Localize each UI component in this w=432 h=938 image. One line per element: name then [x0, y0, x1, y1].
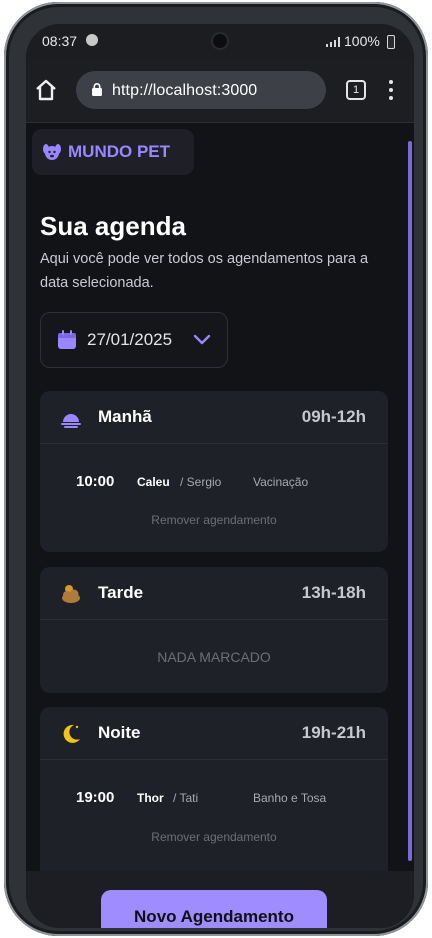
new-appointment-button[interactable]: Novo Agendamento: [101, 890, 327, 928]
appointment-pet: Thor: [137, 791, 164, 805]
chevron-down-icon: [193, 333, 211, 345]
appointment-pet: Caleu: [137, 475, 170, 489]
page-content: MUNDO PET Sua agenda Aqui você pode ver …: [26, 123, 414, 928]
remove-appointment-button[interactable]: Remover agendamento: [40, 830, 388, 844]
appointment-service: Banho e Tosa: [253, 791, 327, 805]
period-header: Manhã 09h-12h: [40, 391, 388, 444]
address-bar[interactable]: http://localhost:3000: [76, 71, 326, 109]
browser-toolbar: http://localhost:3000 1: [26, 58, 414, 123]
tab-switcher-button[interactable]: 1: [346, 80, 366, 100]
front-camera: [213, 34, 227, 48]
period-range: 19h-21h: [301, 723, 366, 742]
signal-icon: [326, 37, 340, 47]
battery-icon: [387, 35, 395, 49]
period-header: Noite 19h-21h: [40, 707, 388, 760]
period-afternoon: Tarde 13h-18h NADA MARCADO: [40, 567, 388, 693]
battery-percentage: 100%: [344, 33, 380, 49]
date-picker[interactable]: 27/01/2025: [40, 312, 228, 368]
period-morning: Manhã 09h-12h 10:00 Caleu / Sergio Vacin…: [40, 391, 388, 552]
notification-icon: [86, 34, 98, 46]
lock-icon: [92, 83, 102, 96]
dog-icon: [42, 142, 62, 162]
period-range: 13h-18h: [301, 583, 366, 602]
period-name: Manhã: [98, 407, 152, 426]
appointment-tutor: / Tati: [173, 791, 199, 805]
period-range: 09h-12h: [301, 407, 366, 426]
period-name: Noite: [98, 723, 141, 742]
brand-name: MUNDO PET: [68, 142, 170, 161]
phone-frame: 08:37 100% http://localhost:3000 1 MUNDO…: [4, 2, 428, 936]
page-title: Sua agenda: [40, 211, 186, 241]
sunrise-icon: [60, 407, 82, 429]
status-time: 08:37: [42, 33, 78, 49]
browser-menu-icon[interactable]: [388, 80, 394, 100]
phone-screen: 08:37 100% http://localhost:3000 1 MUNDO…: [26, 24, 414, 928]
page-description: Aqui você pode ver todos os agendamentos…: [40, 251, 369, 291]
selected-date: 27/01/2025: [87, 330, 173, 349]
scrollbar[interactable]: [408, 141, 412, 861]
period-night: Noite 19h-21h 19:00 Thor / Tati Banho e …: [40, 707, 388, 887]
cloud-sun-icon: [60, 583, 82, 605]
status-bar: 08:37 100%: [26, 24, 414, 58]
home-icon[interactable]: [34, 78, 58, 102]
url-text: http://localhost:3000: [112, 82, 258, 99]
appointment-service: Vacinação: [253, 475, 309, 489]
period-header: Tarde 13h-18h: [40, 567, 388, 620]
moon-icon: [60, 723, 82, 745]
appointment-tutor: / Sergio: [180, 475, 222, 489]
brand-logo[interactable]: MUNDO PET: [32, 129, 194, 175]
period-name: Tarde: [98, 583, 144, 602]
appointment-time: 19:00: [76, 789, 115, 806]
appointment-time: 10:00: [76, 473, 115, 490]
empty-state-text: NADA MARCADO: [157, 649, 271, 665]
remove-appointment-button[interactable]: Remover agendamento: [40, 513, 388, 527]
calendar-icon: [57, 330, 77, 350]
